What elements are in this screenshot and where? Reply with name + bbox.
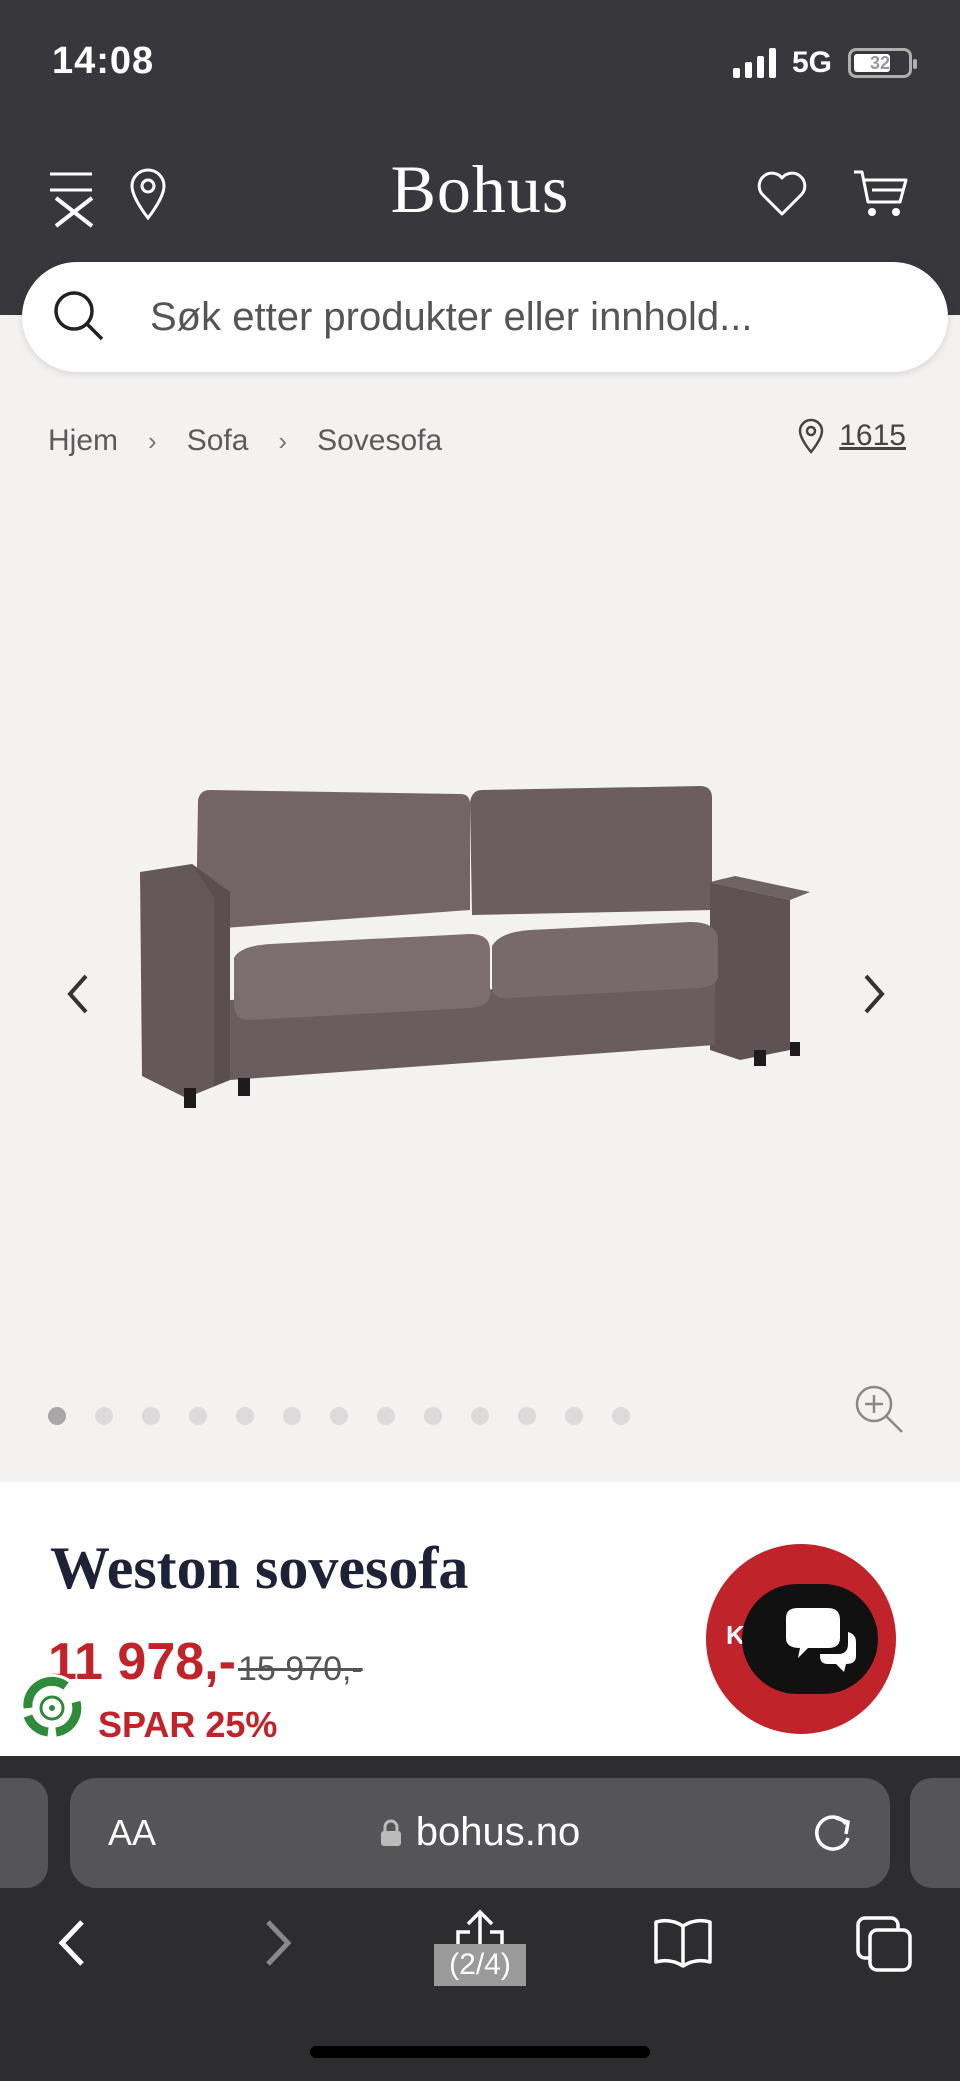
previous-tab-preview[interactable] bbox=[0, 1778, 48, 1888]
bohus-logo[interactable]: Bohus bbox=[0, 150, 960, 229]
gallery-dot[interactable] bbox=[95, 1407, 113, 1425]
app-root: 14:08 5G 32 Bohus Søk etter produkter el… bbox=[0, 0, 960, 2081]
product-old-price: 15 970,- bbox=[238, 1650, 363, 1688]
bookmarks-icon[interactable] bbox=[652, 1916, 714, 1973]
url-host: bohus.no bbox=[415, 1810, 581, 1854]
gallery-dot[interactable] bbox=[330, 1407, 348, 1425]
back-button[interactable] bbox=[54, 1916, 88, 1975]
breadcrumb-home[interactable]: Hjem bbox=[48, 424, 118, 458]
eco-recycle-icon[interactable] bbox=[16, 1672, 88, 1749]
address-bar[interactable]: AA bohus.no bbox=[70, 1778, 890, 1888]
url-display[interactable]: bohus.no bbox=[70, 1810, 890, 1857]
search-input[interactable]: Søk etter produkter eller innhold... bbox=[150, 295, 753, 340]
gallery-dot[interactable] bbox=[565, 1407, 583, 1425]
network-type: 5G bbox=[791, 46, 832, 79]
browser-toolbar: AA bohus.no bbox=[0, 1756, 960, 2081]
product-image-sofa[interactable] bbox=[130, 780, 830, 1125]
breadcrumb-separator: › bbox=[148, 425, 157, 456]
gallery-dot[interactable] bbox=[48, 1407, 66, 1425]
store-selector[interactable]: 1615 bbox=[797, 418, 906, 454]
status-time: 14:08 bbox=[52, 40, 154, 83]
gallery-dot[interactable] bbox=[471, 1407, 489, 1425]
breadcrumb-sofa[interactable]: Sofa bbox=[187, 424, 249, 458]
chat-widget-button[interactable]: K bbox=[706, 1544, 896, 1734]
product-info: Weston sovesofa 11 978,- 15 970,- SPAR 2… bbox=[0, 1482, 960, 1772]
gallery-dot[interactable] bbox=[189, 1407, 207, 1425]
next-tab-preview[interactable] bbox=[910, 1778, 960, 1888]
breadcrumb-separator: › bbox=[278, 425, 288, 456]
forward-button[interactable] bbox=[262, 1916, 296, 1975]
reload-icon[interactable] bbox=[812, 1810, 854, 1859]
breadcrumb: Hjem › Sofa › Sovesofa bbox=[48, 424, 442, 458]
cellular-signal-icon bbox=[732, 48, 776, 78]
saving-badge: SPAR 25% bbox=[98, 1704, 278, 1745]
gallery-dots bbox=[48, 1407, 659, 1425]
search-icon bbox=[52, 289, 104, 346]
home-indicator[interactable] bbox=[310, 2046, 650, 2058]
chat-bubble-icon bbox=[742, 1584, 878, 1694]
gallery-next-button[interactable] bbox=[860, 970, 890, 1023]
gallery-dot[interactable] bbox=[518, 1407, 536, 1425]
heart-icon[interactable] bbox=[756, 170, 808, 221]
breadcrumb-sovesofa[interactable]: Sovesofa bbox=[317, 424, 442, 458]
gallery-dot[interactable] bbox=[142, 1407, 160, 1425]
product-title: Weston sovesofa bbox=[50, 1535, 469, 1601]
gallery-dot[interactable] bbox=[377, 1407, 395, 1425]
tabs-icon[interactable] bbox=[856, 1916, 914, 1979]
battery-icon: 32 bbox=[848, 48, 917, 78]
battery-level: 32 bbox=[869, 53, 891, 73]
status-indicators: 5G 32 bbox=[732, 46, 917, 80]
screenshot-counter: (2/4) bbox=[434, 1944, 526, 1986]
gallery-dot[interactable] bbox=[283, 1407, 301, 1425]
status-time-text: 14:08 bbox=[52, 40, 155, 82]
gallery-prev-button[interactable] bbox=[62, 970, 92, 1023]
gallery-dot[interactable] bbox=[236, 1407, 254, 1425]
store-pin-icon bbox=[798, 418, 824, 454]
gallery-dot[interactable] bbox=[612, 1407, 630, 1425]
gallery-dot[interactable] bbox=[424, 1407, 442, 1425]
cart-icon[interactable] bbox=[852, 168, 908, 223]
zoom-in-icon[interactable] bbox=[854, 1384, 906, 1441]
lock-icon bbox=[380, 1812, 402, 1857]
product-gallery bbox=[0, 480, 960, 1480]
store-number[interactable]: 1615 bbox=[839, 419, 906, 453]
search-bar[interactable]: Søk etter produkter eller innhold... bbox=[22, 262, 948, 372]
